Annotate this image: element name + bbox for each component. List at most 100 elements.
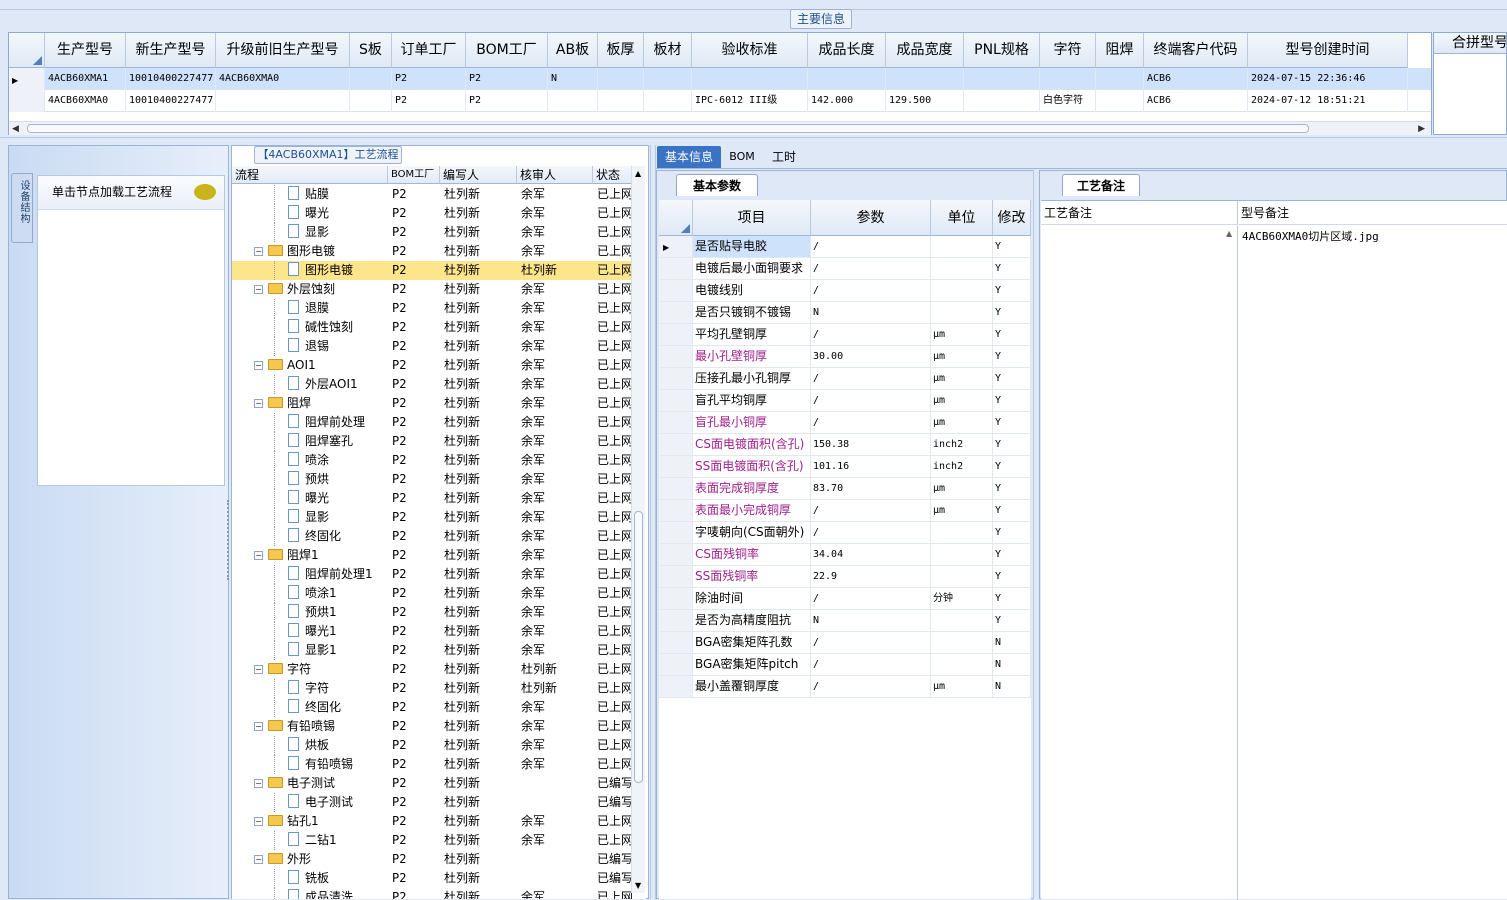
- tab-process-notes[interactable]: 工艺备注: [1062, 174, 1140, 196]
- row-indicator[interactable]: [659, 368, 693, 389]
- param-cell-value[interactable]: N: [811, 610, 931, 631]
- col-header[interactable]: 成品长度: [808, 33, 886, 68]
- param-cell-unit[interactable]: inch2: [931, 456, 993, 477]
- param-row[interactable]: 是否只镀铜不镀锡 N Y: [659, 302, 1031, 324]
- tree-node[interactable]: − AOI1 P2 杜列新 余军 已上网: [232, 356, 633, 375]
- param-cell-mod[interactable]: Y: [993, 390, 1031, 411]
- horizontal-splitter[interactable]: [0, 137, 1507, 145]
- table-cell[interactable]: 4ACB60XMA0: [45, 90, 126, 112]
- param-row[interactable]: BGA密集矩阵pitch / N: [659, 654, 1031, 676]
- param-cell-mod[interactable]: Y: [993, 522, 1031, 543]
- flow-col-header[interactable]: 状态: [593, 166, 633, 184]
- row-indicator[interactable]: [659, 302, 693, 323]
- tree-node[interactable]: 贴膜 P2 杜列新 余军 已上网: [232, 185, 633, 204]
- row-indicator[interactable]: [659, 500, 693, 521]
- param-row[interactable]: CS面电镀面积(含孔) 150.38 inch2 Y: [659, 434, 1031, 456]
- vscroll-thumb[interactable]: [634, 511, 643, 783]
- param-cell-mod[interactable]: Y: [993, 258, 1031, 279]
- tree-node[interactable]: 二钻1 P2 杜列新 余军 已上网: [232, 831, 633, 850]
- param-cell-mod[interactable]: N: [993, 676, 1031, 697]
- param-row[interactable]: SS面电镀面积(含孔) 101.16 inch2 Y: [659, 456, 1031, 478]
- table-cell[interactable]: P2: [392, 68, 466, 90]
- param-cell-value[interactable]: 83.70: [811, 478, 931, 499]
- param-cell-value[interactable]: /: [811, 588, 931, 609]
- param-cell-unit[interactable]: μm: [931, 368, 993, 389]
- tab-basic-info[interactable]: 基本信息: [657, 146, 721, 168]
- flow-col-header[interactable]: 流程: [232, 166, 388, 184]
- table-cell[interactable]: [964, 68, 1040, 90]
- col-header[interactable]: AB板: [548, 33, 598, 68]
- merge-model-header[interactable]: 合拼型号: [1434, 33, 1506, 54]
- param-cell-mod[interactable]: Y: [993, 302, 1031, 323]
- param-cell-unit[interactable]: [931, 522, 993, 543]
- param-cell-value[interactable]: /: [811, 280, 931, 301]
- param-cell-value[interactable]: 150.38: [811, 434, 931, 455]
- param-cell-unit[interactable]: μm: [931, 676, 993, 697]
- param-row[interactable]: 除油时间 / 分钟 Y: [659, 588, 1031, 610]
- param-cell-value[interactable]: /: [811, 368, 931, 389]
- param-cell-mod[interactable]: Y: [993, 566, 1031, 587]
- param-cell-value[interactable]: N: [811, 302, 931, 323]
- col-header[interactable]: 生产型号: [45, 33, 126, 68]
- row-indicator[interactable]: [659, 280, 693, 301]
- col-header[interactable]: 板厚: [598, 33, 644, 68]
- table-cell[interactable]: [1096, 68, 1144, 90]
- row-indicator[interactable]: [659, 434, 693, 455]
- collapse-toggle-icon[interactable]: −: [254, 285, 263, 294]
- row-indicator[interactable]: [659, 566, 693, 587]
- table-cell[interactable]: ACB6: [1144, 90, 1248, 112]
- param-cell-unit[interactable]: μm: [931, 324, 993, 345]
- col-header[interactable]: S板: [350, 33, 392, 68]
- param-cell-value[interactable]: /: [811, 390, 931, 411]
- table-row[interactable]: 4ACB60XMA0 10010400227477 P2 P2 IPC-6012 III…: [9, 90, 1431, 112]
- row-indicator[interactable]: [659, 522, 693, 543]
- param-cell-value[interactable]: /: [811, 522, 931, 543]
- param-cell-unit[interactable]: [931, 544, 993, 565]
- load-hint-item[interactable]: 单击节点加载工艺流程: [38, 176, 224, 210]
- scroll-down-icon[interactable]: ▼: [635, 881, 641, 890]
- tree-node[interactable]: 图形电镀 P2 杜列新 杜列新 已上网: [232, 261, 633, 280]
- table-cell[interactable]: 10010400227477: [126, 90, 216, 112]
- param-col-header[interactable]: 单位: [931, 200, 993, 236]
- row-indicator[interactable]: [659, 324, 693, 345]
- param-row[interactable]: 盲孔平均铜厚 / μm Y: [659, 390, 1031, 412]
- param-row[interactable]: 盲孔最小铜厚 / μm Y: [659, 412, 1031, 434]
- tree-node[interactable]: − 电子测试 P2 杜列新 已编写: [232, 774, 633, 793]
- param-cell-mod[interactable]: Y: [993, 610, 1031, 631]
- param-cell-mod[interactable]: Y: [993, 324, 1031, 345]
- tree-node[interactable]: 曝光 P2 杜列新 余军 已上网: [232, 489, 633, 508]
- table-cell[interactable]: 2024-07-12 18:51:21: [1248, 90, 1408, 112]
- table-cell[interactable]: 4ACB60XMA1: [45, 68, 126, 90]
- table-cell[interactable]: [964, 90, 1040, 112]
- row-indicator[interactable]: [659, 544, 693, 565]
- param-cell-value[interactable]: /: [811, 676, 931, 697]
- param-cell-mod[interactable]: N: [993, 654, 1031, 675]
- param-cell-value[interactable]: 34.04: [811, 544, 931, 565]
- param-row[interactable]: SS面残铜率 22.9 Y: [659, 566, 1031, 588]
- param-row[interactable]: 压接孔最小孔铜厚 / μm Y: [659, 368, 1031, 390]
- scroll-right-icon[interactable]: ▶: [1418, 124, 1425, 134]
- table-cell[interactable]: P2: [466, 68, 548, 90]
- param-cell-value[interactable]: /: [811, 412, 931, 433]
- param-cell-mod[interactable]: Y: [993, 368, 1031, 389]
- param-row[interactable]: CS面残铜率 34.04 Y: [659, 544, 1031, 566]
- collapse-toggle-icon[interactable]: −: [254, 247, 263, 256]
- row-indicator[interactable]: [659, 412, 693, 433]
- flow-col-header[interactable]: BOM工厂: [388, 166, 440, 184]
- tree-node[interactable]: − 字符 P2 杜列新 杜列新 已上网: [232, 660, 633, 679]
- tree-node[interactable]: 显影 P2 杜列新 余军 已上网: [232, 223, 633, 242]
- col-header[interactable]: 成品宽度: [886, 33, 964, 68]
- param-col-header[interactable]: 项目: [693, 200, 811, 236]
- param-row[interactable]: 平均孔壁铜厚 / μm Y: [659, 324, 1031, 346]
- col-header[interactable]: 终端客户代码: [1144, 33, 1248, 68]
- col-header[interactable]: 板材: [644, 33, 692, 68]
- param-cell-value[interactable]: /: [811, 500, 931, 521]
- param-cell-mod[interactable]: Y: [993, 588, 1031, 609]
- table-cell[interactable]: ACB6: [1144, 68, 1248, 90]
- table-cell[interactable]: [886, 68, 964, 90]
- param-cell-value[interactable]: /: [811, 258, 931, 279]
- param-cell-unit[interactable]: [931, 610, 993, 631]
- top-hscrollbar[interactable]: ◀ ▶: [9, 121, 1431, 135]
- tree-node[interactable]: 外层AOI1 P2 杜列新 余军 已上网: [232, 375, 633, 394]
- tree-node[interactable]: − 外形 P2 杜列新 已编写: [232, 850, 633, 869]
